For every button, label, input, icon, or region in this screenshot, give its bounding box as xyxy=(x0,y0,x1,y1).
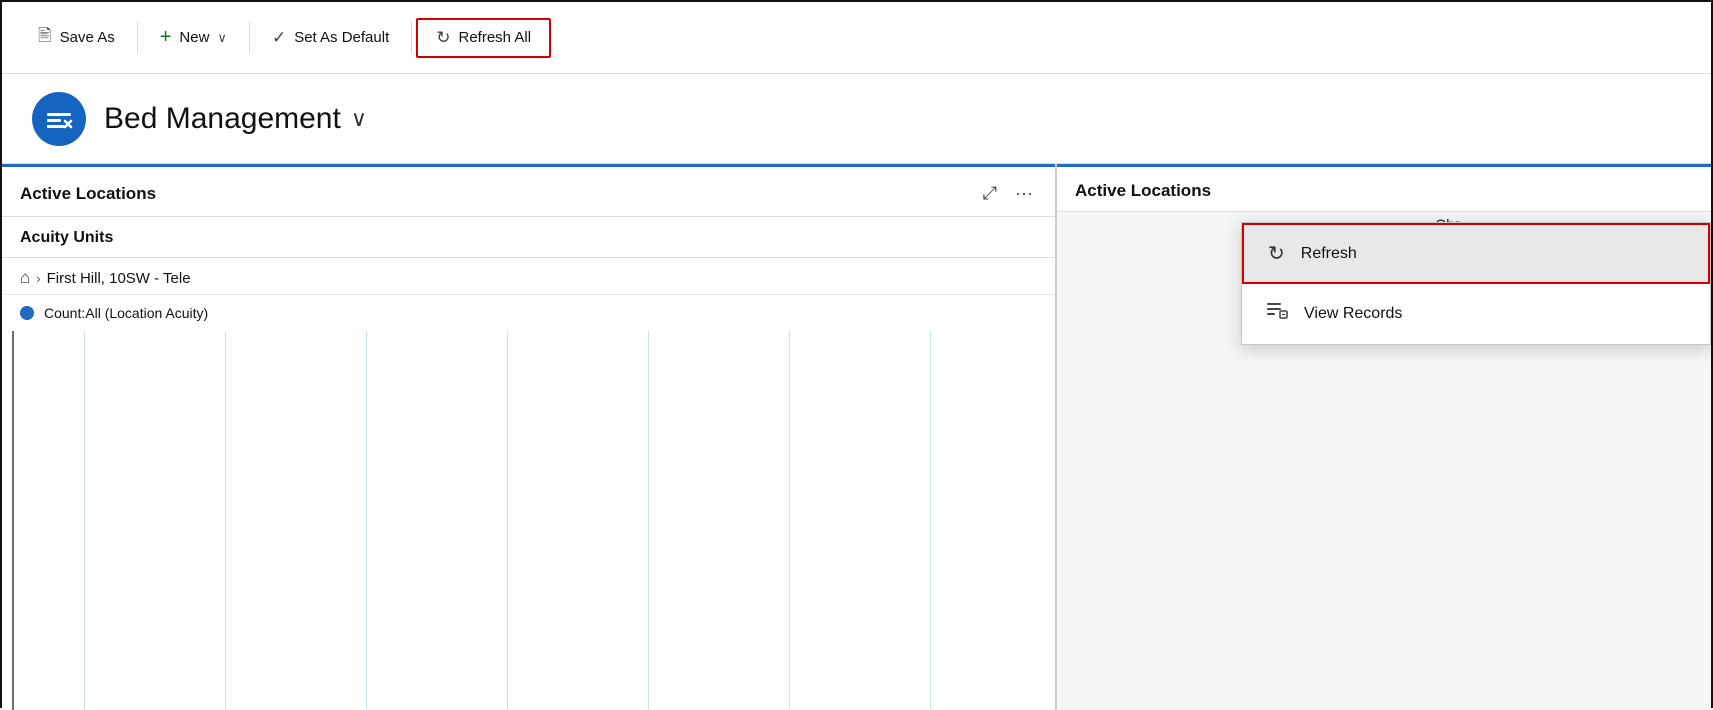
left-chart-area xyxy=(2,331,1055,710)
more-icon: ··· xyxy=(1015,183,1033,203)
save-as-icon: 🖹 xyxy=(38,23,52,52)
dropdown-view-records-item[interactable]: View Records xyxy=(1242,284,1710,344)
app-name-text: Bed Management xyxy=(104,102,341,136)
divider-3 xyxy=(411,22,412,54)
new-icon: + xyxy=(160,26,172,49)
legend-dot xyxy=(20,306,34,320)
legend-row: Count:All (Location Acuity) xyxy=(2,295,1055,331)
checkmark-icon: ✓ xyxy=(272,28,286,48)
save-as-label: Save As xyxy=(60,29,115,46)
refresh-icon: ↻ xyxy=(1268,241,1285,266)
new-label: New xyxy=(179,29,209,46)
breadcrumb-arrow-icon: › xyxy=(36,271,40,286)
view-records-icon xyxy=(1266,300,1288,328)
left-panel-actions: ⤢ ··· xyxy=(979,181,1037,206)
app-title-chevron-icon: ∨ xyxy=(351,106,367,132)
divider-2 xyxy=(249,22,250,54)
toolbar: 🖹 Save As + New ∨ ✓ Set As Default ↻ Ref… xyxy=(2,2,1711,74)
view-records-label: View Records xyxy=(1304,305,1402,323)
left-panel: Active Locations ⤢ ··· Acuity Units ⌂ › … xyxy=(2,164,1057,710)
divider-1 xyxy=(137,22,138,54)
left-panel-header: Active Locations ⤢ ··· xyxy=(2,164,1055,217)
refresh-all-button[interactable]: ↻ Refresh All xyxy=(416,18,551,58)
chart-lines xyxy=(2,331,1055,710)
content-area: Active Locations ⤢ ··· Acuity Units ⌂ › … xyxy=(2,164,1711,710)
more-options-button[interactable]: ··· xyxy=(1011,181,1037,206)
subheader: Acuity Units xyxy=(2,217,1055,258)
expand-icon: ⤢ xyxy=(983,183,997,203)
app-icon xyxy=(32,92,86,146)
expand-button[interactable]: ⤢ xyxy=(979,181,1001,206)
breadcrumb-text: First Hill, 10SW - Tele xyxy=(47,270,191,287)
right-panel-title: Active Locations xyxy=(1075,181,1211,201)
set-as-default-label: Set As Default xyxy=(294,29,389,46)
refresh-label: Refresh xyxy=(1301,245,1357,263)
chart-vline-0 xyxy=(12,331,14,710)
subheader-text: Acuity Units xyxy=(20,229,113,246)
set-as-default-button[interactable]: ✓ Set As Default xyxy=(254,20,407,56)
legend-label: Count:All (Location Acuity) xyxy=(44,305,208,321)
refresh-all-icon: ↻ xyxy=(436,28,450,48)
home-icon: ⌂ xyxy=(20,268,30,288)
right-panel-header: Active Locations xyxy=(1057,164,1711,212)
chart-vline-1 xyxy=(84,331,85,710)
chart-vline-2 xyxy=(225,331,226,710)
chart-vline-5 xyxy=(648,331,649,710)
chart-vline-7 xyxy=(930,331,931,710)
chart-vline-3 xyxy=(366,331,367,710)
save-as-button[interactable]: 🖹 Save As xyxy=(20,15,133,60)
breadcrumb: ⌂ › First Hill, 10SW - Tele xyxy=(2,258,1055,295)
refresh-all-label: Refresh All xyxy=(459,29,532,46)
new-button[interactable]: + New ∨ xyxy=(142,18,245,57)
dropdown-menu: ↻ Refresh View Records xyxy=(1241,222,1711,345)
titlebar: Bed Management ∨ xyxy=(2,74,1711,164)
chart-vline-4 xyxy=(507,331,508,710)
chart-vline-6 xyxy=(789,331,790,710)
app-title[interactable]: Bed Management ∨ xyxy=(104,102,367,136)
left-panel-title: Active Locations xyxy=(20,184,156,204)
dropdown-refresh-item[interactable]: ↻ Refresh xyxy=(1242,223,1710,284)
right-panel: Active Locations First Hill ↻ Refresh xyxy=(1057,164,1711,710)
new-chevron-icon: ∨ xyxy=(217,30,227,46)
